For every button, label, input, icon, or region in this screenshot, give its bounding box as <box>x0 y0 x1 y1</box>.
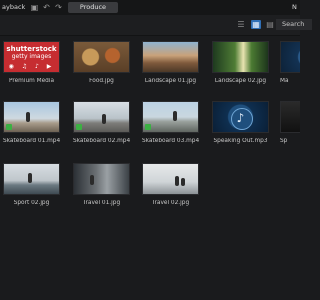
landscape-02-thumbnail[interactable] <box>212 41 269 73</box>
media-caption: Landscape 02.jpg <box>214 78 267 84</box>
media-tile-skateboard-03[interactable]: Skateboard 03.mp4 <box>142 101 199 144</box>
sport-02-thumbnail[interactable] <box>3 163 60 195</box>
media-tile-sp-partial[interactable]: Sp <box>280 101 300 144</box>
media-tile-sport-02[interactable]: Sport 02.jpg <box>3 163 60 206</box>
media-caption: Sp <box>280 138 288 144</box>
playback-tab-label[interactable]: ayback <box>2 3 25 11</box>
media-tile-premium[interactable]: shutterstock getty images ◉ ♫ ♪ ▶ Premiu… <box>3 41 60 84</box>
grid-view-icon[interactable]: ▦ <box>251 20 261 29</box>
media-caption: Landscape 01.jpg <box>144 78 197 84</box>
person-figure <box>175 176 179 186</box>
media-tile-travel-01[interactable]: Travel 01.jpg <box>73 163 130 206</box>
top-right-label: N <box>292 3 297 11</box>
large-grid-view-icon[interactable]: ▤ <box>265 20 275 29</box>
view-toolbar: ☰ ▦ ▤ Search <box>0 15 312 36</box>
person-figure <box>181 178 185 186</box>
person-figure <box>90 175 94 185</box>
media-tile-landscape-02[interactable]: Landscape 02.jpg <box>212 41 269 84</box>
maker-thumbnail[interactable] <box>280 41 300 73</box>
media-tile-food[interactable]: Food.jpg <box>73 41 130 84</box>
top-toolbar: ayback ▣ ↶ ↷ Produce N <box>0 0 300 15</box>
details-view-icon[interactable]: ☰ <box>236 20 246 29</box>
media-caption: Food.jpg <box>89 78 114 84</box>
media-type-icons: ◉ ♫ ♪ ▶ <box>8 63 55 70</box>
skateboard-02-thumbnail[interactable] <box>73 101 130 133</box>
music-note-icon: ♪ <box>236 111 245 125</box>
search-input[interactable]: Search <box>276 19 312 30</box>
media-tile-maker-partial[interactable]: Ma <box>280 41 300 84</box>
premium-media-thumbnail[interactable]: shutterstock getty images ◉ ♫ ♪ ▶ <box>3 41 60 73</box>
skateboard-03-thumbnail[interactable] <box>142 101 199 133</box>
travel-01-thumbnail[interactable] <box>73 163 130 195</box>
person-figure <box>26 112 30 122</box>
media-tile-travel-02[interactable]: Travel 02.jpg <box>142 163 199 206</box>
produce-button[interactable]: Produce <box>68 2 118 13</box>
media-tile-skateboard-02[interactable]: Skateboard 02.mp4 <box>73 101 130 144</box>
video-badge-icon <box>76 124 82 130</box>
skateboard-01-thumbnail[interactable] <box>3 101 60 133</box>
media-caption: Skateboard 03.mp4 <box>142 138 199 144</box>
media-caption: Sport 02.jpg <box>13 200 50 206</box>
media-tile-skateboard-01[interactable]: Skateboard 01.mp4 <box>3 101 60 144</box>
media-caption: Travel 01.jpg <box>82 200 121 206</box>
video-badge-icon <box>6 124 12 130</box>
video-badge-icon <box>145 124 151 130</box>
travel-02-thumbnail[interactable] <box>142 163 199 195</box>
shutterstock-logo: shutterstock <box>6 45 57 53</box>
undo-icon[interactable]: ↶ <box>42 3 51 12</box>
person-figure <box>173 111 177 121</box>
media-caption: Travel 02.jpg <box>151 200 190 206</box>
media-tile-speaking-out[interactable]: ♪ Speaking Out.mp3 <box>212 101 269 144</box>
media-caption: Skateboard 02.mp4 <box>73 138 130 144</box>
media-caption: Speaking Out.mp3 <box>213 138 268 144</box>
landscape-01-thumbnail[interactable] <box>142 41 199 73</box>
media-caption: Ma <box>280 78 289 84</box>
food-thumbnail[interactable] <box>73 41 130 73</box>
redo-icon[interactable]: ↷ <box>54 3 63 12</box>
sp-thumbnail[interactable] <box>280 101 300 133</box>
person-figure <box>102 114 106 124</box>
speaking-out-thumbnail[interactable]: ♪ <box>212 101 269 133</box>
media-caption: Premium Media <box>8 78 55 84</box>
media-tile-landscape-01[interactable]: Landscape 01.jpg <box>142 41 199 84</box>
media-caption: Skateboard 01.mp4 <box>3 138 60 144</box>
person-figure <box>28 173 32 183</box>
screen-icon[interactable]: ▣ <box>30 3 39 12</box>
getty-images-logo: getty images <box>11 53 52 60</box>
